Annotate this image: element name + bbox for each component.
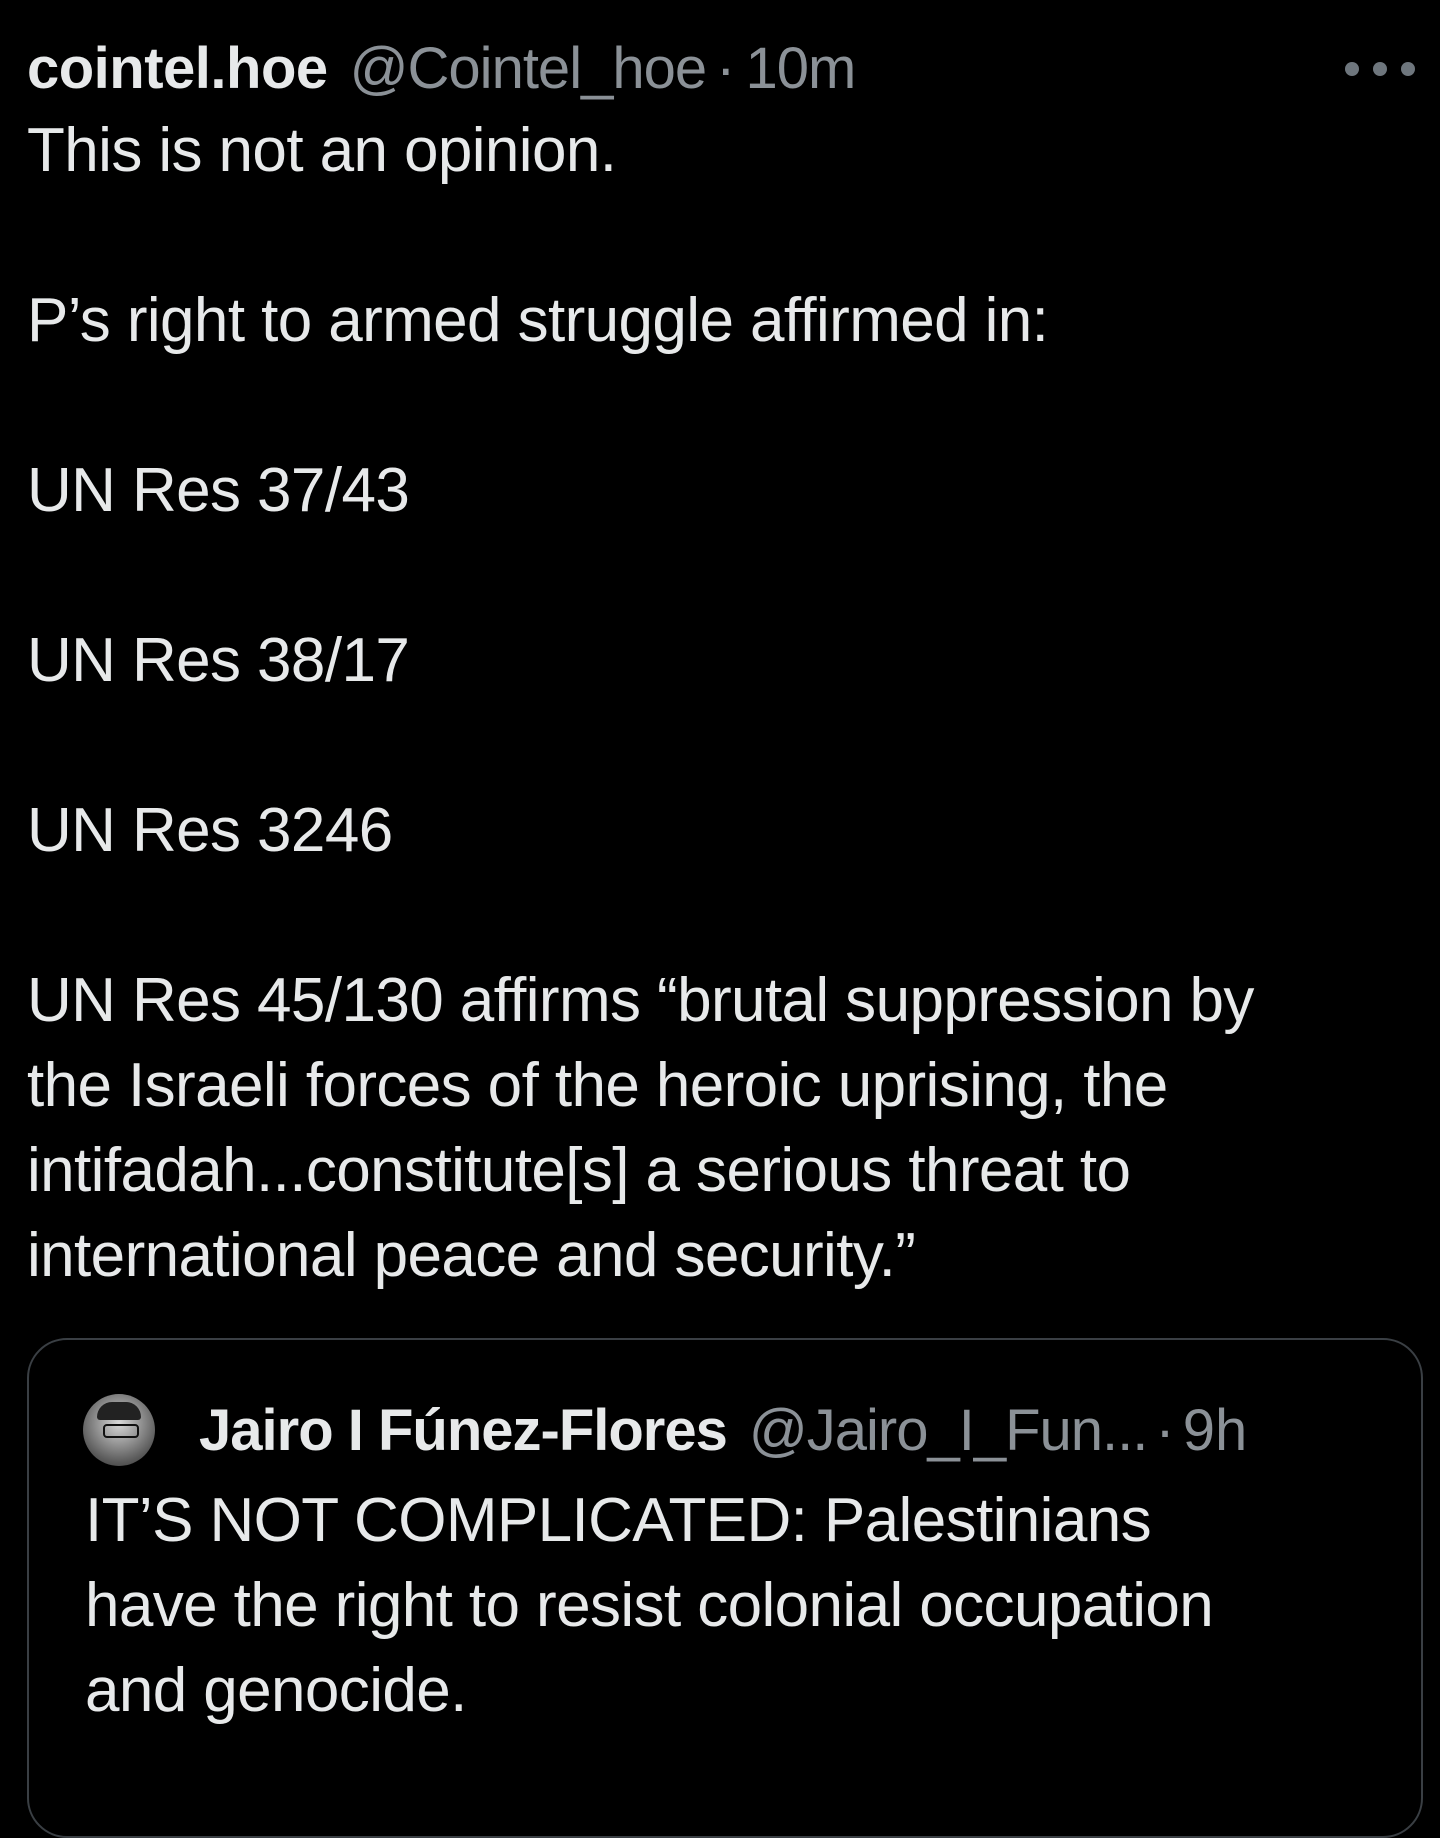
quoted-tweet-line: and genocide. (85, 1656, 467, 1725)
tweet-line: UN Res 3246 (27, 796, 393, 865)
tweet-line: the Israeli forces of the heroic uprisin… (27, 1051, 1168, 1120)
header-separator: · (716, 36, 736, 101)
tweet-line: P’s right to armed struggle affirmed in: (27, 286, 1049, 355)
tweet-text: This is not an opinion. P’s right to arm… (27, 108, 1413, 1298)
quoted-author-display-name[interactable]: Jairo I Fúnez-Flores (199, 1397, 728, 1464)
tweet[interactable]: cointel.hoe @Cointel_hoe · 10m This is n… (27, 30, 1415, 1298)
tweet-line: UN Res 45/130 affirms “brutal suppressio… (27, 966, 1254, 1035)
author-display-name[interactable]: cointel.hoe (27, 30, 328, 108)
more-dot (1373, 62, 1387, 76)
more-options-icon[interactable] (1345, 54, 1415, 84)
tweet-line: international peace and security.” (27, 1221, 916, 1290)
tweet-line: intifadah...constitute[s] a serious thre… (27, 1136, 1131, 1205)
quoted-tweet-timestamp[interactable]: 9h (1183, 1397, 1248, 1464)
tweet-timestamp[interactable]: 10m (745, 30, 856, 108)
tweet-line: UN Res 37/43 (27, 456, 410, 525)
more-dot (1345, 62, 1359, 76)
quoted-tweet-line: have the right to resist colonial occupa… (85, 1571, 1214, 1640)
quoted-tweet-text: IT’S NOT COMPLICATED: Palestinians have … (85, 1478, 1214, 1733)
quoted-tweet-card[interactable]: Jairo I Fúnez-Flores @Jairo_I_Fun... · 9… (27, 1338, 1423, 1838)
quoted-author-handle[interactable]: @Jairo_I_Fun... (749, 1397, 1149, 1464)
quoted-header-separator: · (1155, 1397, 1175, 1463)
author-handle[interactable]: @Cointel_hoe (350, 30, 707, 108)
tweet-line: UN Res 38/17 (27, 626, 410, 695)
quoted-author-avatar[interactable] (83, 1394, 155, 1466)
quoted-tweet-line: IT’S NOT COMPLICATED: Palestinians (85, 1486, 1152, 1555)
tweet-header: cointel.hoe @Cointel_hoe · 10m (27, 30, 1413, 108)
quoted-tweet-header: Jairo I Fúnez-Flores @Jairo_I_Fun... · 9… (83, 1394, 1247, 1466)
more-dot (1401, 62, 1415, 76)
tweet-line: This is not an opinion. (27, 116, 617, 185)
